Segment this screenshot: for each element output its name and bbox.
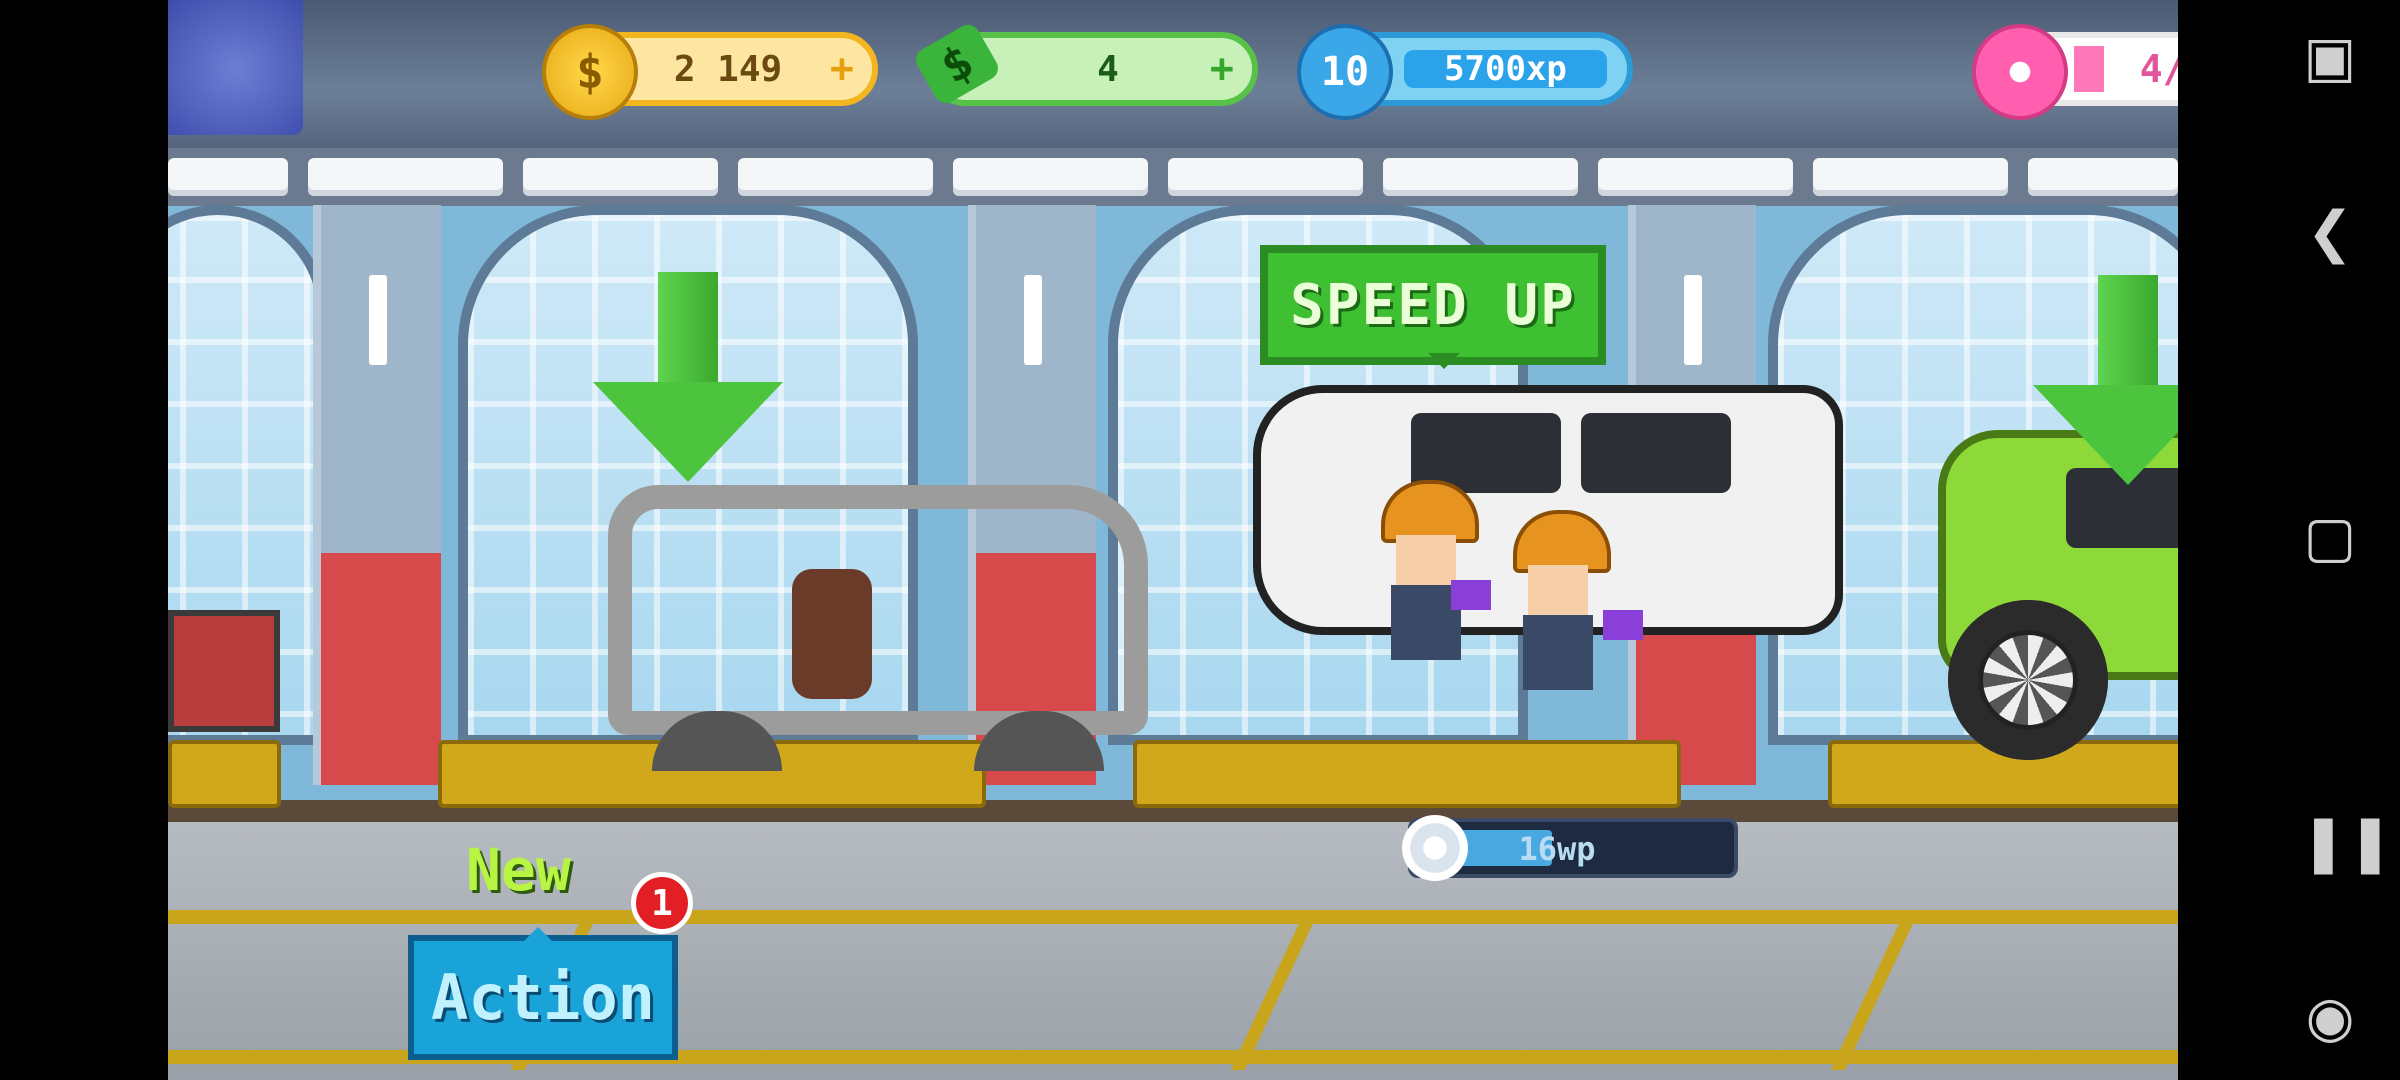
ceiling-beam (168, 148, 2178, 206)
menu-button[interactable] (168, 0, 303, 135)
xp-counter[interactable]: 10 5700xp (1297, 24, 1633, 120)
conveyor-platform (1133, 740, 1681, 808)
new-label: New (466, 836, 571, 904)
notification-badge: 1 (631, 872, 693, 934)
worker[interactable] (1376, 480, 1491, 660)
donut-icon (1972, 24, 2068, 120)
system-navigation-bar (2178, 0, 2400, 1080)
gamepad-icon[interactable]: ◉ (2300, 985, 2360, 1050)
cash-counter[interactable]: $ 4 + (911, 20, 1258, 108)
conveyor-platform (168, 740, 281, 808)
donut-value: 4/32 (2139, 47, 2178, 91)
level-value: 10 (1320, 49, 1370, 95)
work-points-value: 16wp (1518, 830, 1596, 868)
worker[interactable] (1508, 510, 1643, 690)
recents-icon[interactable]: ❚❚❚ (2300, 810, 2400, 875)
coin-value: 2 149 (673, 48, 783, 90)
add-cash-button[interactable]: + (1210, 46, 1234, 92)
coin-counter[interactable]: $ 2 149 + (542, 24, 878, 120)
home-icon[interactable]: ▢ (2300, 505, 2360, 570)
donut-counter[interactable]: 4/32 (1972, 24, 2178, 120)
xp-value: 5700xp (1444, 49, 1567, 89)
screen-tool-icon[interactable]: ▣ (2300, 25, 2360, 90)
gear-icon (1402, 815, 1468, 881)
cash-value: 4 (1097, 48, 1119, 90)
car-frame-station[interactable] (608, 485, 1148, 771)
speed-up-button[interactable]: SPEED UP (1260, 245, 1606, 369)
game-viewport[interactable]: SPEED UP 16wp $ 2 149 + $ 4 + 10 5700xp … (168, 0, 2178, 1080)
back-icon[interactable]: ❮ (2300, 200, 2360, 265)
action-button[interactable]: Action (408, 927, 678, 1060)
factory-pillar (313, 205, 441, 785)
xp-badge-icon: 10 (1297, 24, 1393, 120)
add-coins-button[interactable]: + (830, 46, 854, 92)
coin-icon: $ (542, 24, 638, 120)
engine-part[interactable] (168, 610, 280, 732)
car-wheel (1948, 600, 2108, 760)
